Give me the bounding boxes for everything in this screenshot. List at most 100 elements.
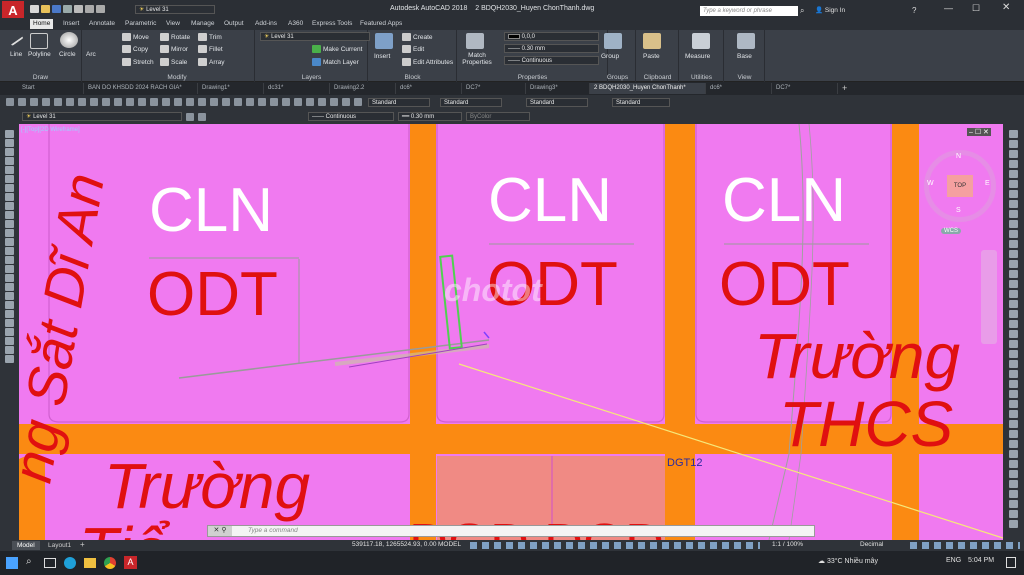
linetype-toolbar-dropdown[interactable]: —— Continuous bbox=[308, 112, 394, 121]
modify-tool-icon[interactable] bbox=[1009, 450, 1018, 458]
modify-tool-icon[interactable] bbox=[1009, 210, 1018, 218]
lineweight-dropdown[interactable]: —— 0.30 mm bbox=[504, 44, 599, 53]
layer-toolbar-dropdown[interactable]: ☀ Level 31 bbox=[22, 112, 182, 121]
modify-tool-icon[interactable] bbox=[1009, 460, 1018, 468]
tab-parametric[interactable]: Parametric bbox=[122, 19, 159, 29]
modify-tool-icon[interactable] bbox=[1009, 150, 1018, 158]
dim-style-dropdown[interactable]: Standard bbox=[440, 98, 502, 107]
viewcube-top-face[interactable]: TOP bbox=[947, 175, 973, 197]
modify-tool-icon[interactable] bbox=[1009, 510, 1018, 518]
doc-tab[interactable]: DC7* bbox=[462, 83, 526, 94]
match-layer-button[interactable]: Match Layer bbox=[312, 58, 359, 67]
edge-icon[interactable] bbox=[64, 557, 76, 569]
fillet-button[interactable]: Fillet bbox=[198, 45, 223, 54]
modify-tool-icon[interactable] bbox=[1009, 290, 1018, 298]
mleader-style-dropdown[interactable]: Standard bbox=[612, 98, 670, 107]
move-button[interactable]: Move bbox=[122, 33, 149, 42]
modify-tool-icon[interactable] bbox=[1009, 440, 1018, 448]
measure-button[interactable]: Measure bbox=[685, 52, 710, 61]
help-icon[interactable]: ? bbox=[912, 6, 916, 15]
insert-button[interactable]: Insert bbox=[374, 52, 390, 61]
draw-tool-icon[interactable] bbox=[5, 265, 14, 273]
modify-tool-icon[interactable] bbox=[1009, 410, 1018, 418]
notification-icon[interactable] bbox=[1006, 557, 1016, 568]
toolbar-icon[interactable] bbox=[18, 98, 26, 106]
make-current-button[interactable]: Make Current bbox=[312, 45, 362, 54]
modify-tool-icon[interactable] bbox=[1009, 200, 1018, 208]
rotate-button[interactable]: Rotate bbox=[160, 33, 190, 42]
base-button[interactable]: Base bbox=[737, 52, 752, 61]
line-button[interactable]: Line bbox=[10, 50, 22, 59]
modify-tool-icon[interactable] bbox=[1009, 400, 1018, 408]
draw-tool-icon[interactable] bbox=[5, 220, 14, 228]
autocad-taskbar-icon[interactable]: A bbox=[124, 556, 137, 569]
toolbar-icon[interactable] bbox=[282, 98, 290, 106]
doc-tab[interactable]: dc6* bbox=[396, 83, 462, 94]
start-icon[interactable] bbox=[6, 557, 18, 569]
tab-addins[interactable]: Add-ins bbox=[252, 19, 280, 29]
toolbar-icon[interactable] bbox=[318, 98, 326, 106]
linetype-dropdown[interactable]: —— Continuous bbox=[504, 56, 599, 65]
draw-tool-icon[interactable] bbox=[5, 283, 14, 291]
modify-tool-icon[interactable] bbox=[1009, 260, 1018, 268]
arc-button[interactable]: Arc bbox=[86, 50, 96, 59]
toolbar-icon[interactable] bbox=[66, 98, 74, 106]
doc-tab[interactable]: Drawing3* bbox=[526, 83, 590, 94]
qa-layer-dropdown[interactable]: ☀ Level 31 bbox=[135, 5, 215, 14]
explorer-icon[interactable] bbox=[84, 558, 96, 568]
tab-output[interactable]: Output bbox=[221, 19, 247, 29]
viewcube[interactable]: TOP N S E W bbox=[924, 150, 996, 222]
modify-tool-icon[interactable] bbox=[1009, 160, 1018, 168]
modify-tool-icon[interactable] bbox=[1009, 520, 1018, 528]
draw-tool-icon[interactable] bbox=[5, 355, 14, 363]
toolbar-icon[interactable] bbox=[210, 98, 218, 106]
layout-tab-layout1[interactable]: Layout1 bbox=[44, 541, 75, 550]
copy-button[interactable]: Copy bbox=[122, 45, 148, 54]
modify-tool-icon[interactable] bbox=[1009, 390, 1018, 398]
modify-tool-icon[interactable] bbox=[1009, 180, 1018, 188]
draw-tool-icon[interactable] bbox=[5, 310, 14, 318]
units-dropdown[interactable]: Decimal bbox=[860, 541, 883, 548]
clock[interactable]: 5:04 PM bbox=[968, 557, 994, 564]
status-customize-icon[interactable] bbox=[910, 542, 1020, 549]
doc-tab[interactable]: dc6* bbox=[706, 83, 772, 94]
scale-button[interactable]: Scale bbox=[160, 58, 187, 67]
toolbar-icon[interactable] bbox=[270, 98, 278, 106]
tab-featured-apps[interactable]: Featured Apps bbox=[357, 19, 405, 29]
match-properties-icon[interactable] bbox=[466, 33, 484, 49]
compass-north[interactable]: N bbox=[956, 153, 961, 160]
toolbar-icon[interactable] bbox=[294, 98, 302, 106]
layer-dropdown[interactable]: ☀ Level 31 bbox=[260, 32, 370, 41]
new-tab-button[interactable]: + bbox=[842, 83, 847, 93]
lineweight-toolbar-dropdown[interactable]: ━━ 0.30 mm bbox=[398, 112, 462, 121]
model-space-toggle[interactable]: MODEL bbox=[438, 541, 461, 548]
draw-tool-icon[interactable] bbox=[5, 319, 14, 327]
draw-tool-icon[interactable] bbox=[5, 130, 14, 138]
task-view-icon[interactable] bbox=[44, 558, 56, 568]
draw-tool-icon[interactable] bbox=[5, 274, 14, 282]
mirror-button[interactable]: Mirror bbox=[160, 45, 188, 54]
toolbar-icon[interactable] bbox=[354, 98, 362, 106]
draw-tool-icon[interactable] bbox=[5, 211, 14, 219]
toolbar-icon[interactable] bbox=[126, 98, 134, 106]
layer-properties-icon[interactable] bbox=[186, 113, 194, 121]
draw-tool-icon[interactable] bbox=[5, 292, 14, 300]
paste-button[interactable]: Paste bbox=[643, 52, 660, 61]
modify-tool-icon[interactable] bbox=[1009, 230, 1018, 238]
toolbar-icon[interactable] bbox=[42, 98, 50, 106]
toolbar-icon[interactable] bbox=[150, 98, 158, 106]
doc-tab[interactable]: dc31* bbox=[264, 83, 330, 94]
search-input[interactable]: Type a keyword or phrase bbox=[700, 6, 798, 16]
weather-widget[interactable]: ☁ 33°C Nhiều mây bbox=[818, 557, 878, 565]
modify-tool-icon[interactable] bbox=[1009, 500, 1018, 508]
doc-tab-start[interactable]: Start bbox=[18, 83, 84, 94]
layout-tab-model[interactable]: Model bbox=[12, 541, 40, 550]
saveas-icon[interactable] bbox=[63, 5, 72, 13]
toolbar-icon[interactable] bbox=[186, 98, 194, 106]
toolbar-icon[interactable] bbox=[246, 98, 254, 106]
color-dropdown[interactable]: 0,0,0 bbox=[504, 32, 599, 41]
modify-tool-icon[interactable] bbox=[1009, 420, 1018, 428]
edit-block-button[interactable]: Edit bbox=[402, 45, 424, 54]
tab-manage[interactable]: Manage bbox=[188, 19, 218, 29]
modify-tool-icon[interactable] bbox=[1009, 430, 1018, 438]
